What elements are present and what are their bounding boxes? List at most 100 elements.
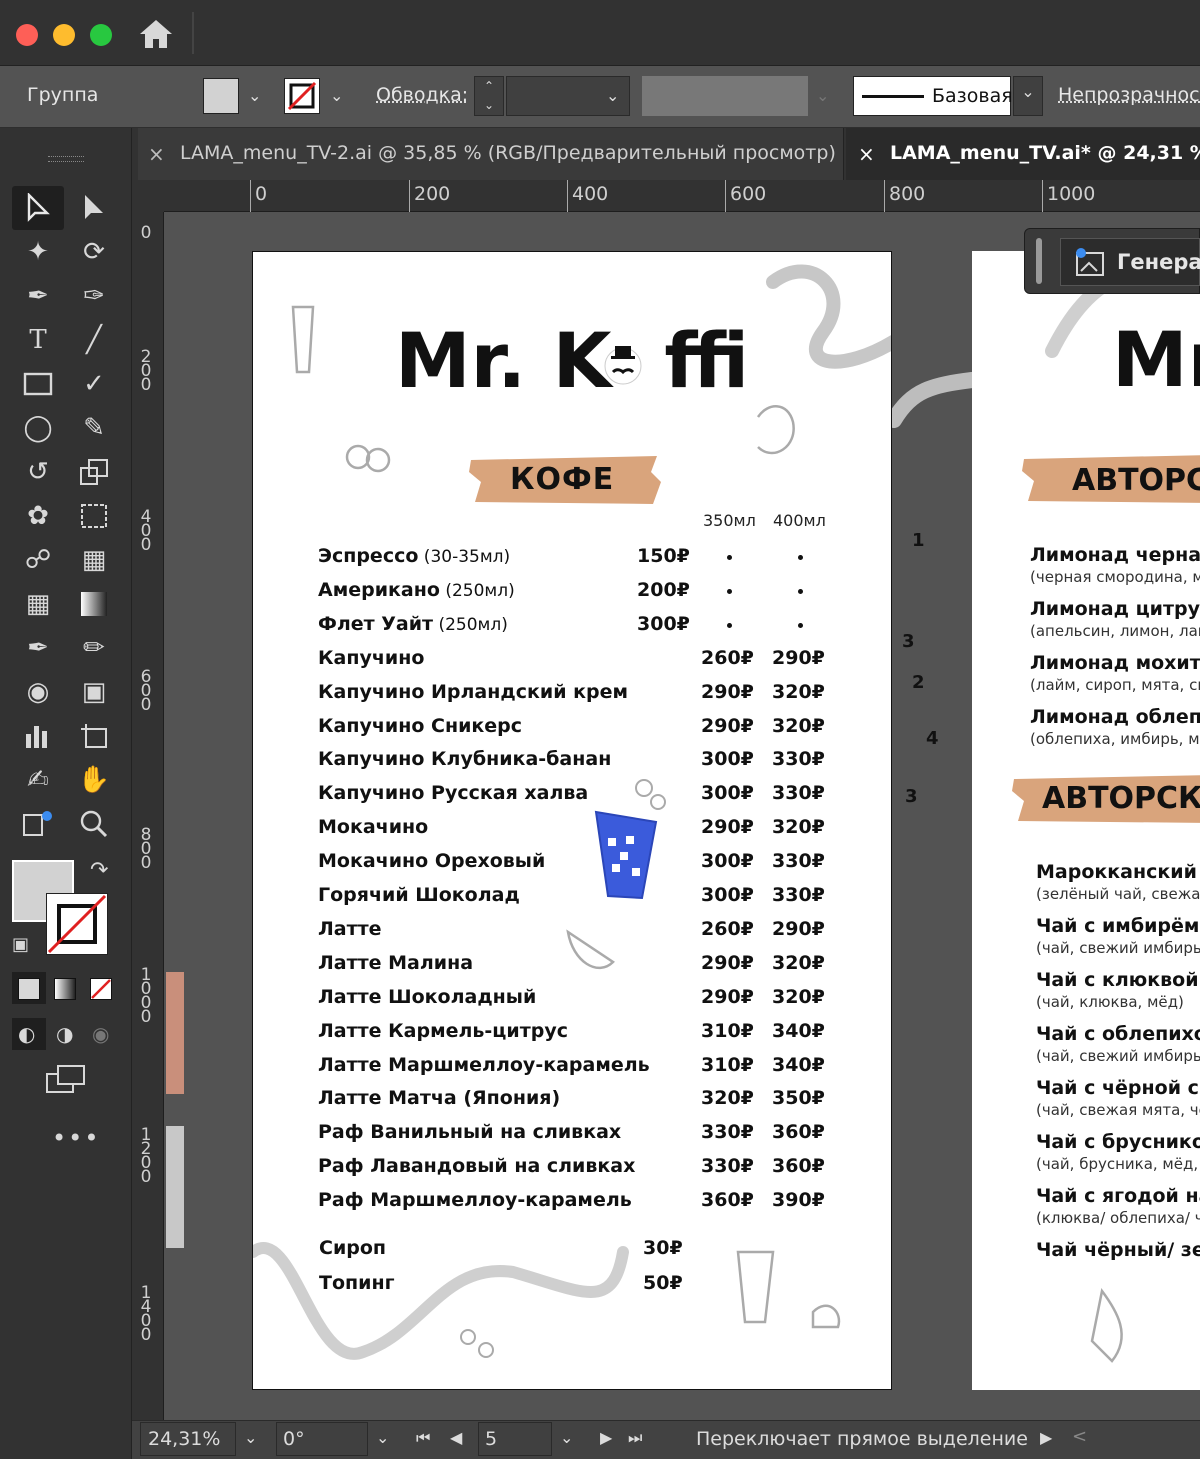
chevron-down-icon[interactable]: ⌄ [244, 1428, 257, 1447]
zoom-tool-icon[interactable] [72, 804, 116, 844]
chevron-down-icon[interactable]: ⌄ [330, 86, 343, 105]
type-tool-icon[interactable]: T [16, 320, 60, 360]
chevron-down-icon[interactable]: ⌄ [376, 1428, 389, 1447]
ruler-tick [1042, 180, 1043, 212]
close-tab-icon[interactable]: × [148, 142, 165, 166]
menu-item-price-small: 360₽ [701, 1189, 754, 1211]
close-window-button[interactable] [16, 24, 38, 46]
shaper-tool-icon[interactable]: ◯ [16, 408, 60, 448]
artboard-tool-icon[interactable] [72, 716, 116, 756]
screen-mode-icon[interactable] [46, 1064, 86, 1098]
opacity-label[interactable]: Непрозрачность [1058, 84, 1200, 106]
tab-label: LAMA_menu_TV-2.ai @ 35,85 % (RGB/Предвар… [180, 142, 836, 164]
draw-behind-icon[interactable]: ◑ [56, 1022, 73, 1046]
status-menu-icon[interactable]: ▶ [1040, 1428, 1052, 1447]
brush-dropdown-toggle[interactable]: ⌄ [1013, 76, 1043, 116]
drag-handle[interactable] [1036, 238, 1042, 284]
selection-type-label: Группа [27, 84, 99, 106]
section-title: АВТОРС [1072, 463, 1200, 498]
scroll-left-icon[interactable]: < [1072, 1426, 1087, 1447]
close-tab-icon[interactable]: × [858, 142, 875, 166]
size-available-marker [798, 623, 803, 628]
lasso-tool-icon[interactable]: ⟳ [72, 232, 116, 272]
ruler-label: 800 [889, 183, 926, 205]
next-artboard-icon[interactable]: ▶ [600, 1428, 612, 1447]
free-transform-tool-icon[interactable] [72, 496, 116, 536]
selected-cup-illustration[interactable] [586, 808, 660, 904]
toolbar-grip[interactable] [48, 156, 84, 162]
menu-item-price-small: 300₽ [701, 782, 754, 804]
pen-tool-icon[interactable]: ✒ [16, 276, 60, 316]
mesh-tool-icon[interactable]: ▦ [16, 584, 60, 624]
home-icon[interactable] [136, 16, 176, 52]
size-available-marker [798, 555, 803, 560]
stroke-color-swatch[interactable] [46, 893, 108, 955]
swap-fill-stroke-icon[interactable]: ↷ [90, 858, 108, 883]
menu-item-price-large: 330₽ [772, 748, 825, 770]
side-number: 1 [912, 530, 925, 551]
edit-toolbar-icon[interactable] [16, 804, 60, 844]
draw-inside-icon[interactable]: ◉ [92, 1022, 109, 1046]
shape-builder-tool-icon[interactable]: ☍ [16, 540, 60, 580]
curvature-tool-icon[interactable]: ✑ [72, 276, 116, 316]
column-graph-tool-icon[interactable] [16, 716, 60, 756]
minimize-window-button[interactable] [53, 24, 75, 46]
ruler-label: 600 [140, 667, 152, 715]
symbol-sprayer-tool-icon[interactable]: ◉ [16, 672, 60, 712]
direct-selection-tool-icon[interactable] [72, 188, 116, 228]
chevron-down-icon[interactable]: ⌄ [248, 86, 261, 105]
tea-ingredients: (чай, свежий имбирь, л [1036, 939, 1200, 957]
zoom-window-button[interactable] [90, 24, 112, 46]
draw-normal-icon[interactable]: ◐ [18, 1022, 35, 1046]
width-tool-icon[interactable]: ✿ [16, 496, 60, 536]
more-tools-icon[interactable]: ••• [52, 1124, 100, 1152]
section-title: КОФЕ [510, 462, 615, 497]
ruler-label: 200 [414, 183, 451, 205]
scale-tool-icon[interactable] [72, 452, 116, 492]
ruler-tick [409, 180, 410, 212]
stroke-weight-stepper[interactable]: ⌃ ⌄ [474, 76, 504, 116]
generate-button[interactable]: Генерат [1060, 238, 1200, 286]
color-mode-icon[interactable] [18, 978, 40, 1000]
menu-item-price-small: 290₽ [701, 715, 754, 737]
paintbrush-tool-icon[interactable]: ✓ [72, 364, 116, 404]
eyedropper-tool-icon[interactable]: ✏ [72, 628, 116, 668]
perspective-grid-tool-icon[interactable]: ▦ [72, 540, 116, 580]
magic-wand-tool-icon[interactable]: ✦ [16, 232, 60, 272]
ruler-origin[interactable] [132, 180, 164, 212]
size-available-marker [727, 623, 732, 628]
previous-artboard-icon[interactable]: ◀ [450, 1428, 462, 1447]
eraser-tool-icon[interactable]: ✎ [72, 408, 116, 448]
stroke-swatch[interactable] [284, 78, 320, 114]
menu-item-name: Капучино Ирландский крем [318, 681, 629, 703]
variable-width-profile[interactable] [642, 76, 808, 116]
live-paint-tool-icon[interactable]: ▣ [72, 672, 116, 712]
fill-swatch[interactable] [203, 78, 239, 114]
horizontal-ruler[interactable] [164, 180, 1200, 212]
slice-tool-icon[interactable]: ✍ [16, 760, 60, 800]
menu-item-name: Раф Лавандовый на сливках [318, 1155, 636, 1177]
titlebar-divider [192, 12, 194, 54]
rectangle-tool-icon[interactable] [16, 364, 60, 404]
artboard-menu-drinks[interactable]: Mr АВТОРС Лимонад черная (черная смородин… [972, 251, 1200, 1390]
menu-item-name: Капучино Клубника-банан [318, 748, 612, 770]
drink-ingredients: (черная смородина, мя [1030, 568, 1200, 586]
artboard-menu-coffee[interactable]: Mr. K ffi КОФЕ 350мл 400мл Эспрессо (30-… [252, 251, 892, 1390]
default-fill-stroke-icon[interactable]: ▣ [12, 934, 29, 955]
rotate-tool-icon[interactable]: ↺ [16, 452, 60, 492]
line-segment-tool-icon[interactable]: ╱ [72, 320, 116, 360]
hand-tool-icon[interactable]: ✋ [72, 760, 116, 800]
selection-tool-icon[interactable] [16, 188, 60, 228]
menu-item-price-large: 360₽ [772, 1155, 825, 1177]
gradient-tool-icon[interactable] [72, 584, 116, 624]
brush-definition-dropdown[interactable]: Базовая [853, 76, 1013, 116]
last-artboard-icon[interactable]: ⏭ [628, 1428, 642, 1448]
chevron-down-icon[interactable]: ⌄ [560, 1428, 573, 1447]
stroke-label[interactable]: Обводка: [376, 84, 468, 106]
tea-ingredients: (зелёный чай, свежая [1036, 885, 1200, 903]
first-artboard-icon[interactable]: ⏮ [416, 1428, 430, 1448]
blend-tool-icon[interactable]: ✒ [16, 628, 60, 668]
none-mode-icon[interactable] [90, 978, 112, 1000]
gradient-mode-icon[interactable] [54, 978, 76, 1000]
menu-item-price-large: 320₽ [772, 816, 825, 838]
